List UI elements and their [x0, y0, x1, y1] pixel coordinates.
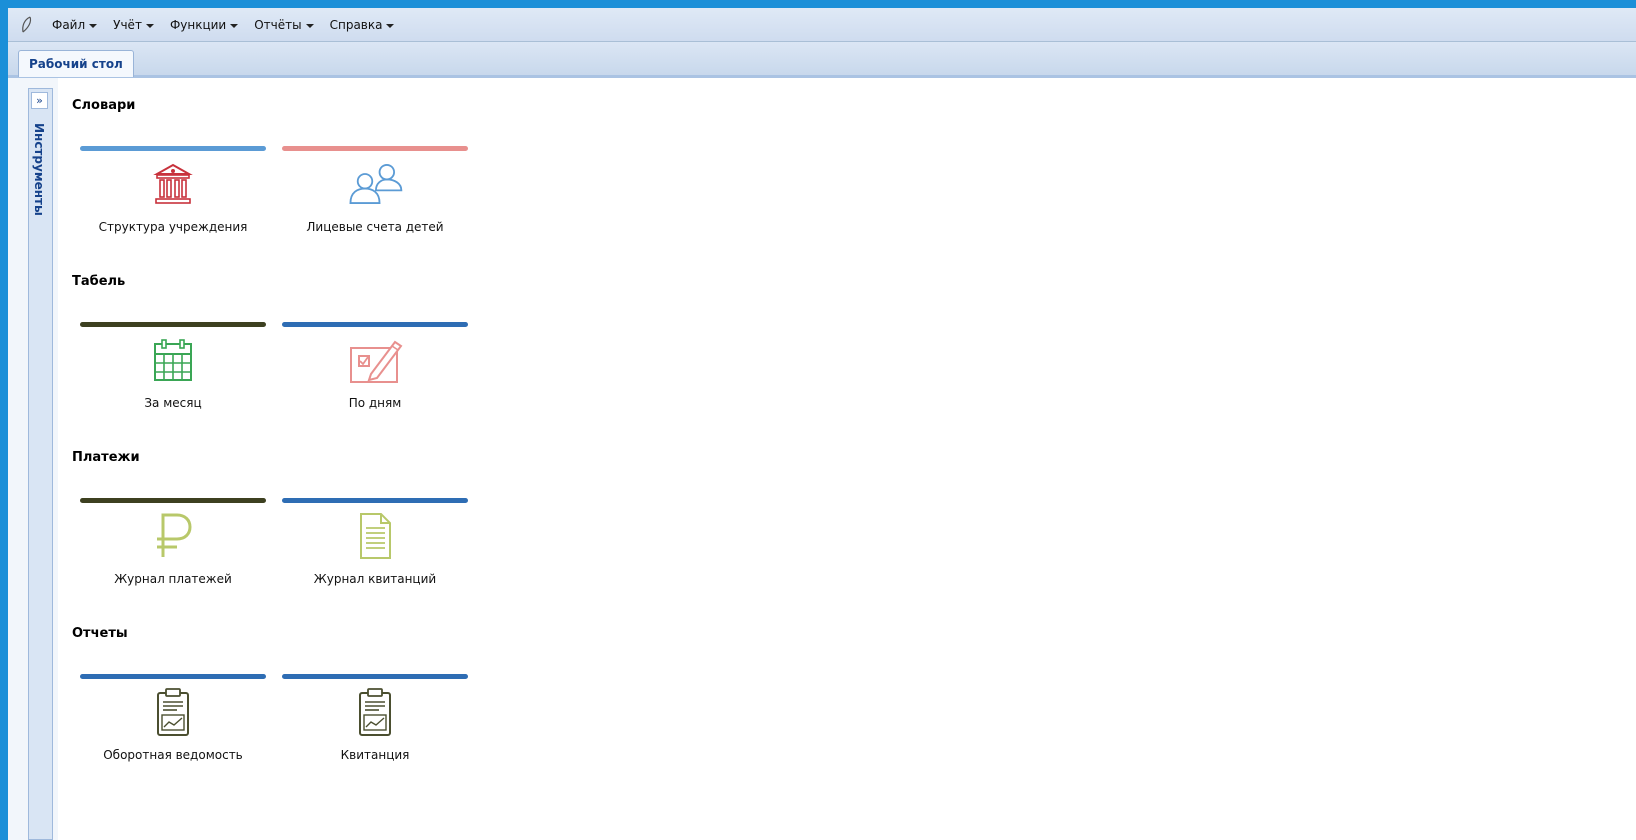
- menu-help[interactable]: Справка: [330, 18, 395, 32]
- calendar-grid-icon: [143, 336, 203, 384]
- expand-panel-icon[interactable]: »: [31, 92, 48, 109]
- menu-accounting-label: Учёт: [113, 17, 142, 32]
- menu-file[interactable]: Файл: [52, 17, 98, 32]
- menu-bar: Файл Учёт Функции Отчёты Справка: [8, 8, 1636, 42]
- tile-receipt[interactable]: Квитанция: [282, 674, 468, 784]
- app-feather-icon[interactable]: [16, 14, 38, 36]
- menu-file-label: Файл: [52, 17, 86, 32]
- tile-color-bar: [80, 146, 266, 151]
- tile-label: Квитанция: [340, 748, 410, 762]
- menu-reports[interactable]: Отчёты: [254, 17, 314, 32]
- menu-reports-label: Отчёты: [254, 17, 302, 32]
- desktop-area: Словари Структура учреждения Лицевые сче…: [58, 78, 1636, 840]
- tile-color-bar: [80, 322, 266, 327]
- section-title: Отчеты: [72, 626, 128, 641]
- tools-panel: » Инструменты: [8, 78, 58, 840]
- tile-label: Журнал платежей: [114, 572, 232, 586]
- tile-label: По дням: [348, 396, 402, 410]
- tile-label: За месяц: [144, 396, 202, 410]
- menu-functions-label: Функции: [169, 17, 227, 32]
- checkbox-pencil-icon: [345, 336, 405, 384]
- chevron-down-icon: [305, 23, 314, 28]
- tile-turnover-statement[interactable]: Оборотная ведомость: [80, 674, 266, 784]
- section-title: Табель: [72, 274, 126, 289]
- tile-color-bar: [282, 498, 468, 503]
- ruble-icon: [143, 512, 203, 560]
- chevron-down-icon: [89, 23, 98, 28]
- people-accounts-icon: [345, 160, 405, 208]
- window-frame-left: [0, 8, 8, 840]
- tile-color-bar: [282, 146, 468, 151]
- tile-receipts-journal[interactable]: Журнал квитанций: [282, 498, 468, 608]
- menu-help-label: Справка: [329, 17, 383, 32]
- tile-color-bar: [80, 498, 266, 503]
- tab-bar: Рабочий стол: [8, 42, 1636, 78]
- section-title: Словари: [72, 98, 136, 113]
- tile-by-days[interactable]: По дням: [282, 322, 468, 432]
- tile-institution-structure[interactable]: Структура учреждения: [80, 146, 266, 256]
- chevron-down-icon: [230, 23, 239, 28]
- tile-color-bar: [282, 322, 468, 327]
- tile-label: Журнал квитанций: [313, 572, 437, 586]
- tile-color-bar: [80, 674, 266, 679]
- tools-panel-title: Инструменты: [32, 123, 46, 216]
- section-title: Платежи: [72, 450, 140, 465]
- tab-desktop-label: Рабочий стол: [29, 57, 123, 71]
- menu-accounting[interactable]: Учёт: [113, 18, 154, 32]
- chevron-down-icon: [145, 23, 154, 28]
- tile-label: Структура учреждения: [98, 220, 248, 234]
- tile-color-bar: [282, 674, 468, 679]
- clipboard-chart-icon: [345, 688, 405, 736]
- tile-payments-journal[interactable]: Журнал платежей: [80, 498, 266, 608]
- document-lines-icon: [345, 512, 405, 560]
- tools-panel-collapsed[interactable]: » Инструменты: [28, 88, 53, 840]
- institution-building-icon: [143, 160, 203, 208]
- tile-label: Оборотная ведомость: [103, 748, 243, 762]
- tile-label: Лицевые счета детей: [306, 220, 444, 234]
- clipboard-chart-icon: [143, 688, 203, 736]
- tab-desktop[interactable]: Рабочий стол: [18, 50, 134, 77]
- tile-child-accounts[interactable]: Лицевые счета детей: [282, 146, 468, 256]
- chevron-down-icon: [386, 23, 395, 28]
- menu-functions[interactable]: Функции: [169, 17, 239, 32]
- tile-by-month[interactable]: За месяц: [80, 322, 266, 432]
- window-frame-top: [0, 0, 1636, 8]
